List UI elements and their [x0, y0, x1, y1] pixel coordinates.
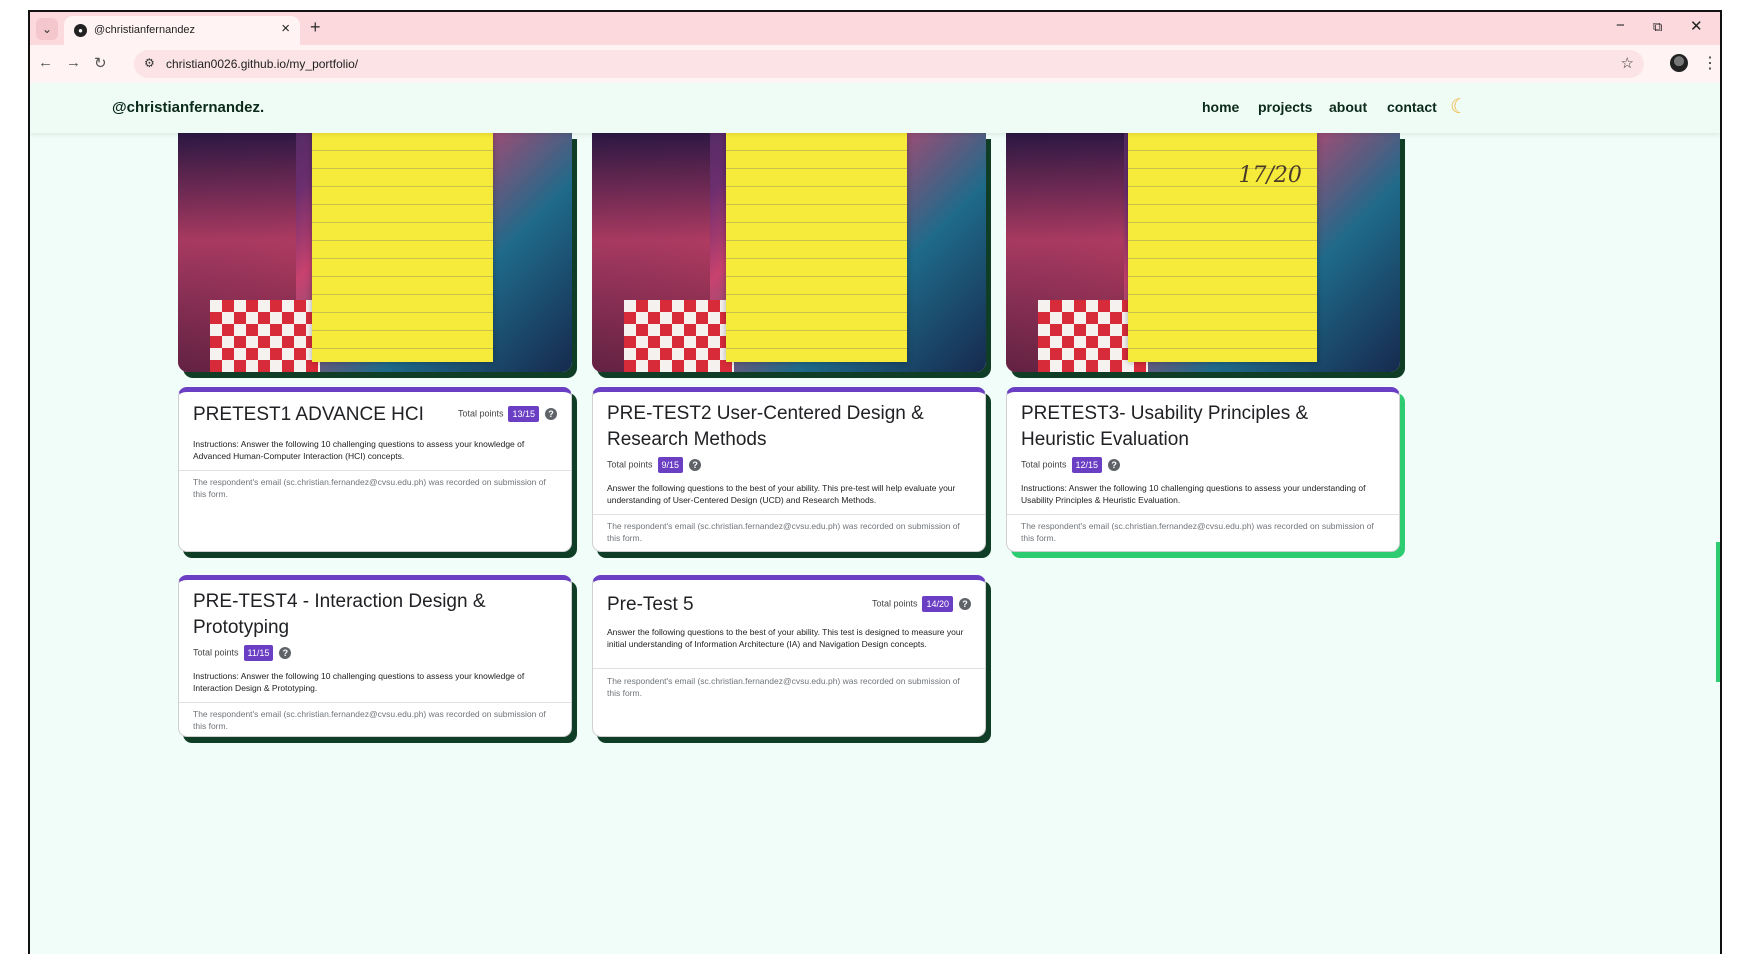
handwritten-score: 17/20 [1238, 163, 1302, 188]
score-badge: 13/15 [508, 406, 539, 422]
card-instructions: Instructions: Answer the following 10 ch… [1021, 483, 1366, 505]
paper-sheet [725, 133, 908, 363]
email-note: The respondent's email (sc.christian.fer… [193, 709, 546, 731]
total-points: Total points 13/15? [458, 406, 557, 422]
forward-icon[interactable]: → [66, 54, 81, 71]
card-instructions: Instructions: Answer the following 10 ch… [193, 439, 525, 461]
pretest-card-2[interactable]: PRE-TEST2 User-Centered Design & Researc… [592, 387, 986, 552]
url-text[interactable]: christian0026.github.io/my_portfolio/ [166, 57, 358, 71]
score-badge: 9/15 [657, 457, 684, 473]
divider [1007, 514, 1399, 515]
help-icon[interactable]: ? [279, 647, 292, 659]
score-badge: 14/20 [922, 596, 953, 612]
total-points: Total points 9/15? [607, 457, 702, 473]
card-title: PRETEST3- Usability Principles & Heurist… [1021, 403, 1309, 450]
card-title: PRE-TEST2 User-Centered Design & Researc… [607, 403, 924, 450]
browser-tab[interactable]: ● @christianfernandez × [64, 16, 300, 45]
tab-search-chevron-icon[interactable]: ⌄ [36, 18, 58, 40]
help-icon[interactable]: ? [545, 408, 557, 420]
divider [593, 668, 985, 669]
pretest-card-5[interactable]: Pre-Test 5 Total points 14/20? Answer the… [592, 575, 986, 737]
card-instructions: Answer the following questions to the be… [607, 483, 956, 505]
card-title: PRE-TEST4 - Interaction Design & Prototy… [193, 591, 486, 638]
close-window-icon[interactable]: ✕ [1690, 17, 1703, 35]
nav-about[interactable]: about [1329, 99, 1367, 115]
help-icon[interactable]: ? [959, 598, 971, 610]
card-instructions: Answer the following questions to the be… [607, 627, 964, 649]
total-points: Total points 11/15? [193, 645, 292, 661]
site-header: @christianfernandez. home projects about… [30, 83, 1720, 133]
card-instructions: Instructions: Answer the following 10 ch… [193, 671, 525, 693]
address-bar[interactable]: ⚙ christian0026.github.io/my_portfolio/ … [134, 50, 1644, 78]
divider [179, 702, 571, 703]
tab-bar: ⌄ ● @christianfernandez × + − ⧉ ✕ [30, 12, 1720, 45]
email-note: The respondent's email (sc.christian.fer… [193, 477, 546, 499]
card-title: PRETEST1 ADVANCE HCI [193, 404, 424, 425]
nav-projects[interactable]: projects [1258, 99, 1312, 115]
card-title: Pre-Test 5 [607, 594, 694, 615]
profile-avatar[interactable] [1670, 54, 1688, 72]
total-points: Total points 12/15? [1021, 457, 1121, 473]
total-points: Total points 14/20? [872, 596, 971, 612]
site-settings-icon[interactable]: ⚙ [144, 56, 155, 70]
browser-window: ⌄ ● @christianfernandez × + − ⧉ ✕ ← → ↻ … [28, 10, 1722, 954]
pretest-card-1[interactable]: PRETEST1 ADVANCE HCI Total points 13/15? … [178, 387, 572, 552]
divider [593, 514, 985, 515]
score-badge: 11/15 [243, 645, 274, 661]
moon-icon[interactable]: ☾ [1450, 94, 1468, 119]
restore-icon[interactable]: ⧉ [1653, 19, 1662, 35]
divider [179, 470, 571, 471]
pretest-card-3[interactable]: PRETEST3- Usability Principles & Heurist… [1006, 387, 1400, 552]
help-icon[interactable]: ? [1108, 459, 1121, 471]
email-note: The respondent's email (sc.christian.fer… [1021, 521, 1374, 543]
browser-toolbar: ← → ↻ ⚙ christian0026.github.io/my_portf… [30, 45, 1720, 83]
tab-title: @christianfernandez [94, 24, 196, 36]
browser-menu-icon[interactable]: ⋮ [1702, 53, 1718, 73]
email-note: The respondent's email (sc.christian.fer… [607, 676, 960, 698]
reload-icon[interactable]: ↻ [94, 54, 107, 72]
github-favicon-icon: ● [74, 24, 87, 37]
email-note: The respondent's email (sc.christian.fer… [607, 521, 960, 543]
scrollbar-thumb[interactable] [1716, 542, 1720, 682]
answer-sheet-photo-2 [592, 133, 986, 372]
minimize-icon[interactable]: − [1616, 17, 1625, 34]
score-badge: 12/15 [1071, 457, 1103, 473]
back-icon[interactable]: ← [38, 54, 53, 71]
bookmark-star-icon[interactable]: ☆ [1621, 54, 1634, 72]
pretest-card-4[interactable]: PRE-TEST4 - Interaction Design & Prototy… [178, 575, 572, 737]
answer-sheet-photo-1 [178, 133, 572, 372]
tab-close-icon[interactable]: × [281, 20, 290, 37]
new-tab-button[interactable]: + [310, 17, 321, 38]
help-icon[interactable]: ? [689, 459, 702, 471]
nav-home[interactable]: home [1202, 99, 1239, 115]
paper-sheet [311, 133, 494, 363]
nav-contact[interactable]: contact [1387, 99, 1437, 115]
answer-sheet-photo-3: 17/20 [1006, 133, 1400, 372]
site-brand[interactable]: @christianfernandez. [112, 99, 264, 116]
